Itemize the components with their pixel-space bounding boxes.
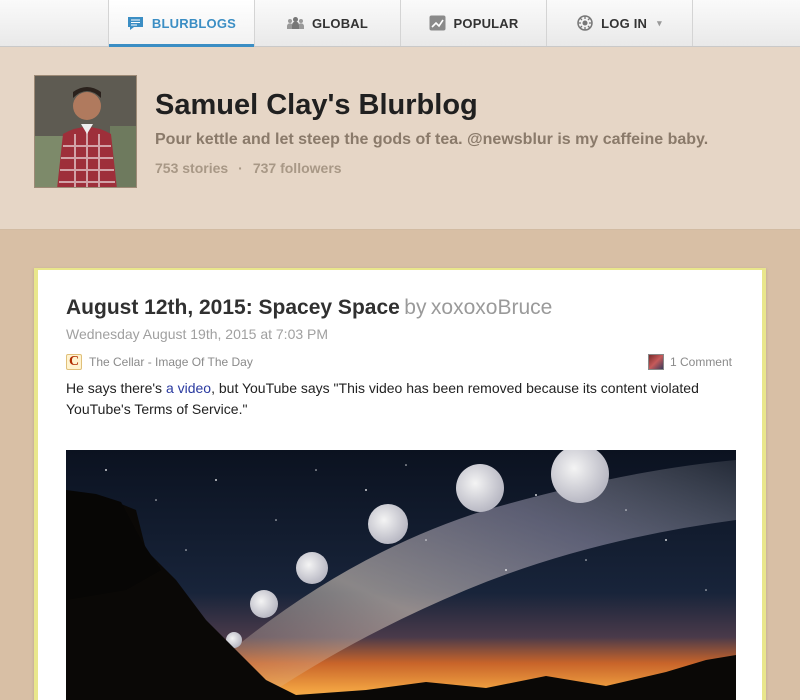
story-by-label: by [404,296,427,319]
stats-separator: · [238,160,243,176]
story-date: Wednesday August 19th, 2015 at 7:03 PM [66,326,329,342]
nav-tab-global[interactable]: GLOBAL [254,0,400,46]
story-body-text-start: He says there's [66,380,166,396]
video-link[interactable]: a video [166,380,211,396]
nav-tab-popular[interactable]: POPULAR [400,0,546,46]
trend-chart-icon [429,15,446,31]
comments-link[interactable]: 1 Comment [647,354,732,370]
feed-name: The Cellar - Image Of The Day [89,355,253,369]
nav-tab-login[interactable]: LOG IN ▾ [546,0,693,46]
commenter-avatar [647,354,664,370]
nav-tab-label: LOG IN [601,15,648,31]
story-author: xoxoxoBruce [430,296,553,319]
story-body: He says there's a video, but YouTube say… [66,378,746,420]
nav-tab-label: POPULAR [453,15,519,31]
story-title[interactable]: August 12th, 2015: Spacey Space [66,296,400,319]
nav-tab-blurblogs[interactable]: BLURBLOGS [108,0,254,47]
gear-icon [577,15,593,31]
blog-title: Samuel Clay's Blurblog [155,89,478,121]
comments-count: 1 Comment [669,355,732,369]
story-image-spacey-space [66,450,736,700]
story-card: August 12th, 2015: Spacey Space by xoxox… [34,268,766,700]
stories-count: 753 stories [155,160,229,176]
top-navbar: BLURBLOGS GLOBAL POPULAR LOG IN ▾ [0,0,800,47]
followers-count[interactable]: 737 followers [253,160,342,176]
blog-stats: 753 stories · 737 followers [155,160,342,176]
nav-tab-label: BLURBLOGS [151,15,237,31]
speech-bubble-icon [127,16,144,31]
feed-source[interactable]: C The Cellar - Image Of The Day [66,354,253,370]
chevron-down-icon: ▾ [657,17,662,28]
avatar [34,75,137,188]
nav-tab-label: GLOBAL [311,15,369,31]
cellar-feed-icon: C [66,354,82,370]
blog-description: Pour kettle and let steep the gods of te… [155,131,709,148]
story-title-row: August 12th, 2015: Spacey Space by xoxox… [66,296,552,320]
blurblog-header: Samuel Clay's Blurblog Pour kettle and l… [0,47,800,230]
people-icon [286,16,304,30]
